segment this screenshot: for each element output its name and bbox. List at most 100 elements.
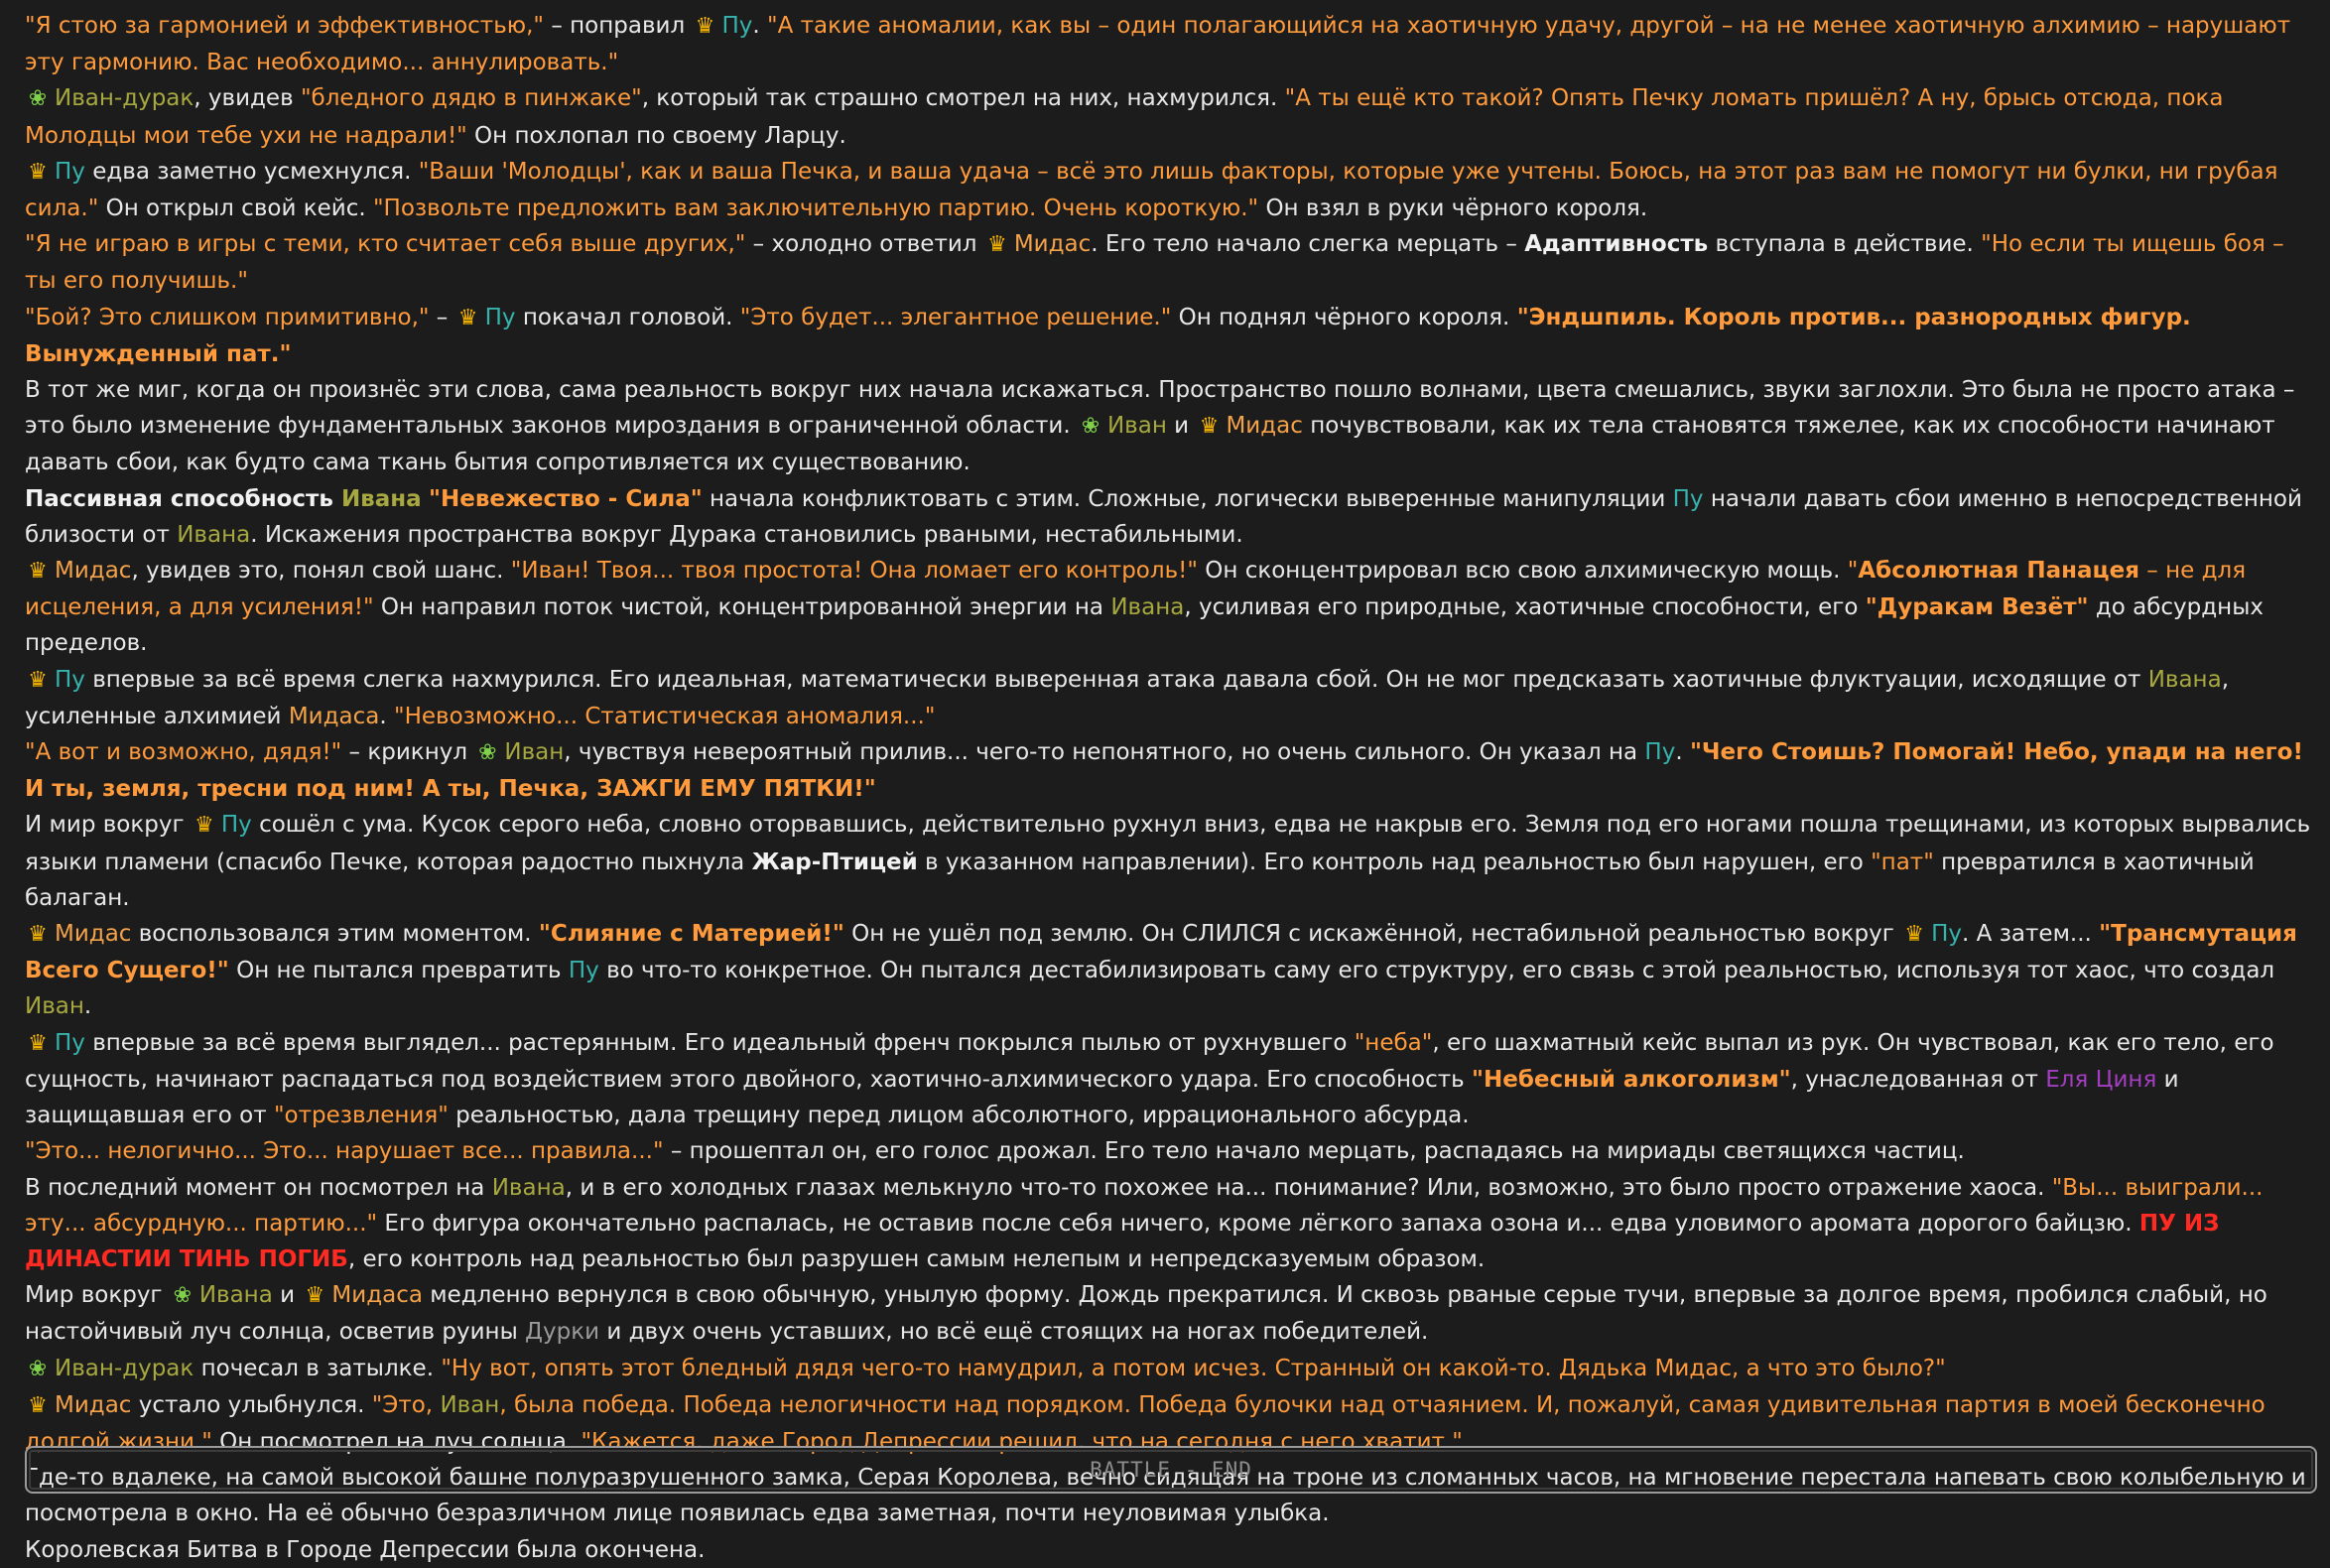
narration-text: . Его тело начало слегка мерцать – xyxy=(1091,231,1525,258)
dialogue-text: "Это будет... элегантное решение." xyxy=(739,304,1172,330)
narration-text: . xyxy=(379,703,394,729)
character-name-pu: Пу xyxy=(568,958,599,984)
character-name-pu: Пу xyxy=(55,1029,85,1056)
crown-icon: ♛ xyxy=(305,1283,325,1309)
character-name-ivan: Иван xyxy=(504,739,565,766)
character-name-ivan: Ивана xyxy=(340,485,422,512)
character-name-ivan: Ивана xyxy=(2147,666,2222,693)
character-name-ivan: Иван xyxy=(1106,413,1167,440)
dialogue-text: "Иван! Твоя... твоя простота! Она ломает… xyxy=(510,558,1198,585)
narration-text: покачал головой. xyxy=(515,304,740,330)
battle-end-label: BATTLE - END xyxy=(1090,1457,1252,1482)
dialogue-text: "Дуракам Везёт" xyxy=(1865,594,2089,621)
story-paragraph: "Это... нелогично... Это... нарушает все… xyxy=(25,1133,2317,1169)
dialogue-text: "бледного дядю в пинжаке" xyxy=(300,85,642,112)
character-name-midas: Мидас xyxy=(55,1391,132,1418)
dialogue-text: "Это... нелогично... Это... нарушает все… xyxy=(25,1138,664,1165)
dialogue-text: "А вот и возможно, дядя!" xyxy=(25,739,342,766)
narration-text: впервые за всё время выглядел... растеря… xyxy=(84,1029,1355,1056)
dialogue-text: "Небесный алкоголизм" xyxy=(1471,1066,1791,1093)
dialogue-text: "Я не играю в игры с теми, кто считает с… xyxy=(25,231,746,258)
crown-icon: ♛ xyxy=(28,922,48,948)
battle-end-banner: BATTLE - END xyxy=(25,1446,2317,1494)
narration-text: и xyxy=(272,1282,303,1309)
character-name-ivan: Иван-дурак xyxy=(55,85,194,112)
narration-text: . Искажения пространства вокруг Дурака с… xyxy=(250,521,1243,548)
emphasis-text: Жар-Птицей xyxy=(751,849,918,875)
character-name-ivan: Ивана xyxy=(1110,594,1185,621)
emphasis-text: Пассивная способность xyxy=(25,485,341,512)
narration-text: впервые за всё время слегка нахмурился. … xyxy=(84,666,2148,693)
narration-text: Он открыл свой кейс. xyxy=(98,196,373,222)
narration-text: и xyxy=(1166,413,1197,440)
narration-text: , усиливая его природные, хаотичные спос… xyxy=(1184,594,1866,621)
story-paragraph: ♛ Пу впервые за всё время слегка нахмурил… xyxy=(25,662,2317,734)
story-paragraph: ❀ Иван-дурак, увидев "бледного дядю в пин… xyxy=(25,80,2317,153)
story-paragraph: ♛ Пу впервые за всё время выглядел... рас… xyxy=(25,1025,2317,1134)
character-name-midas: Мидаса xyxy=(288,703,380,729)
narration-text: , который так страшно смотрел на них, на… xyxy=(641,85,1285,112)
dialogue-text: "Невежество - Сила" xyxy=(429,485,703,512)
character-name-ivan: Иван xyxy=(25,993,84,1020)
dialogue-text: "Это, xyxy=(371,1391,441,1418)
narration-text: начала конфликтовать с этим. Сложные, ло… xyxy=(702,485,1673,512)
character-name-pu: Пу xyxy=(55,158,85,185)
dialogue-text: " xyxy=(1847,558,1859,585)
narration-text: реальностью, дала трещину перед лицом аб… xyxy=(448,1103,1470,1129)
crown-icon: ♛ xyxy=(1904,922,1924,948)
narration-text: в указанном направлении). Его контроль н… xyxy=(917,849,1872,875)
dialogue-text: "Слияние с Материей!" xyxy=(538,921,844,948)
character-name-midas: Мидас xyxy=(55,558,132,585)
narration-text: , чувствуя невероятный прилив... чего-то… xyxy=(564,739,1645,766)
character-name-midas: Мидас xyxy=(55,921,132,948)
sprout-icon: ❀ xyxy=(173,1283,193,1309)
narration-text: устало улыбнулся. xyxy=(131,1391,372,1418)
story-paragraph: В последний момент он посмотрел на Ивана… xyxy=(25,1170,2317,1278)
story-paragraph: ♛ Пу едва заметно усмехнулся. "Ваши 'Моло… xyxy=(25,154,2317,226)
dialogue-text: "Невозможно... Статистическая аномалия..… xyxy=(393,703,936,729)
narration-text: вступала в действие. xyxy=(1708,231,1982,258)
narration-text: – крикнул xyxy=(341,739,475,766)
dialogue-text: "Бой? Это слишком примитивно," xyxy=(25,304,430,330)
narration-text: . xyxy=(1675,739,1690,766)
crown-icon: ♛ xyxy=(194,813,214,839)
character-name-ivan: Ивана xyxy=(177,521,251,548)
narration-text: – прошептал он, его голос дрожал. Его те… xyxy=(663,1138,1965,1165)
crown-icon: ♛ xyxy=(695,14,715,39)
character-name-midas: Мидас xyxy=(1226,413,1303,440)
sprout-icon: ❀ xyxy=(478,740,497,766)
story-paragraph: ❀ Иван-дурак почесал в затылке. "Ну вот, … xyxy=(25,1351,2317,1387)
narration-text: воспользовался этим моментом. xyxy=(131,921,539,948)
dialogue-text: "отрезвления" xyxy=(273,1103,449,1129)
sprout-icon: ❀ xyxy=(1081,414,1100,440)
character-name-pu: Пу xyxy=(1672,485,1704,512)
narration-text: Он взял в руки чёрного короля. xyxy=(1258,196,1648,222)
dialogue-text: "Позвольте предложить вам заключительную… xyxy=(372,196,1259,222)
crown-icon: ♛ xyxy=(986,232,1007,258)
crown-icon: ♛ xyxy=(1199,414,1220,440)
narration-text: В последний момент он посмотрел на xyxy=(25,1174,492,1201)
story-paragraph: "Я стою за гармонией и эффективностью," … xyxy=(25,8,2317,80)
narration-text: Мир вокруг xyxy=(25,1282,170,1309)
crown-icon: ♛ xyxy=(28,1392,48,1418)
narration-text: – xyxy=(429,304,455,330)
narration-text xyxy=(422,486,429,512)
narration-text: Он не ушёл под землю. Он СЛИЛСЯ с искажё… xyxy=(843,921,1902,948)
character-name: Еля Циня xyxy=(2045,1066,2157,1093)
narration-text: во что-то конкретное. Он пытался дестаби… xyxy=(598,958,2275,984)
narration-text: Он похлопал по своему Ларцу. xyxy=(466,122,846,149)
narration-text: Он направил поток чистой, концентрирован… xyxy=(373,594,1111,621)
story-paragraph: Королевская Битва в Городе Депрессии был… xyxy=(25,1532,2317,1568)
narration-text: почесал в затылке. xyxy=(194,1355,442,1381)
narration-text: , и в его холодных глазах мелькнуло что-… xyxy=(565,1174,2052,1201)
character-name-pu: Пу xyxy=(484,304,516,330)
dialogue-text: "пат" xyxy=(1871,849,1934,875)
character-name-pu: Пу xyxy=(721,13,753,39)
story-paragraph: ♛ Мидас, увидев это, понял свой шанс. "Ив… xyxy=(25,553,2317,662)
story-paragraph: Пассивная способность Ивана "Невежество … xyxy=(25,481,2317,553)
story-paragraph: "А вот и возможно, дядя!" – крикнул ❀ Ива… xyxy=(25,734,2317,807)
dialogue-text: "Ну вот, опять этот бледный дядя чего-то… xyxy=(441,1355,1946,1381)
narration-text: , унаследованная от xyxy=(1790,1066,2046,1093)
crown-icon: ♛ xyxy=(28,559,48,585)
character-name-ivan: Ивана xyxy=(198,1282,273,1309)
